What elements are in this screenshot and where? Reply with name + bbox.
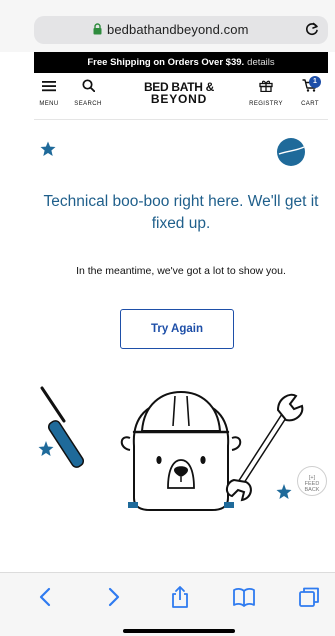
bookmarks-icon[interactable] (232, 585, 256, 609)
screwdriver-icon (40, 386, 85, 468)
promo-banner[interactable]: Free Shipping on Orders Over $39. details (34, 52, 328, 73)
error-content: Technical boo-boo right here. We'll get … (34, 121, 328, 581)
feedback-button[interactable]: [+] FEED BACK (297, 466, 327, 496)
back-icon[interactable] (34, 585, 58, 609)
tabs-icon[interactable] (297, 585, 321, 609)
star-icon (40, 141, 56, 156)
hamburger-icon (42, 81, 56, 92)
cart-label: CART (301, 101, 319, 107)
lock-icon (93, 23, 102, 35)
promo-details-link[interactable]: details (247, 57, 274, 68)
search-icon (81, 79, 95, 93)
error-subtext: In the meantime, we've got a lot to show… (76, 265, 286, 277)
share-icon[interactable] (168, 585, 192, 609)
reload-icon[interactable] (304, 21, 320, 37)
url-text: bedbathandbeyond.com (107, 22, 249, 37)
star-icon (276, 484, 292, 499)
error-headline: Technical boo-boo right here. We'll get … (43, 193, 319, 232)
gift-icon (259, 80, 273, 93)
registry-button[interactable]: REGISTRY (247, 79, 285, 107)
forward-icon[interactable] (101, 585, 125, 609)
search-label: SEARCH (74, 101, 102, 107)
feedback-line2: BACK (304, 487, 320, 493)
promo-text: Free Shipping on Orders Over $39. (87, 57, 245, 68)
search-button[interactable]: SEARCH (72, 79, 104, 107)
logo-line2: BEYOND (150, 92, 208, 106)
site-header: MENU SEARCH BED BATH & BEYOND REGISTRY 1 (34, 73, 328, 120)
address-bar[interactable]: bedbathandbeyond.com (34, 16, 328, 44)
bear-icon (120, 390, 242, 511)
star-icon (38, 441, 54, 456)
bbb-logo[interactable]: BED BATH & BEYOND (138, 81, 220, 105)
browser-toolbar (0, 572, 335, 636)
menu-button[interactable]: MENU (38, 79, 60, 107)
browser-address-area: bedbathandbeyond.com (0, 0, 335, 52)
home-indicator (123, 629, 235, 633)
registry-label: REGISTRY (249, 101, 283, 107)
try-again-button[interactable]: Try Again (120, 309, 234, 349)
cart-count-badge: 1 (309, 76, 321, 88)
bear-builder-illustration (38, 386, 304, 511)
globe-icon (277, 138, 305, 166)
cart-button[interactable]: 1 CART (294, 76, 326, 107)
menu-label: MENU (39, 101, 59, 107)
